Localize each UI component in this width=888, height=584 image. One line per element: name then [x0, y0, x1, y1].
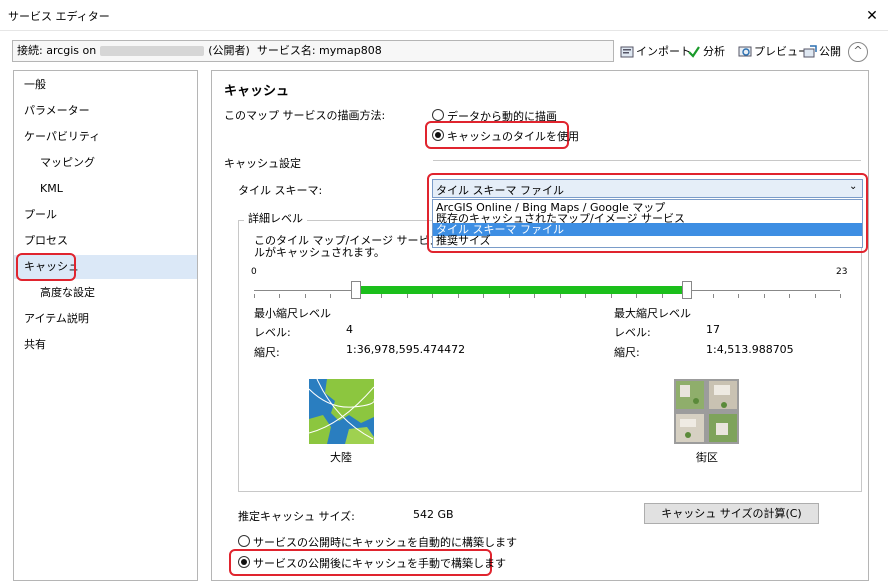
nav-highlight-frame	[16, 253, 76, 281]
build-manual-radio[interactable]	[238, 556, 250, 568]
title-separator	[0, 30, 888, 31]
calculate-cache-size-button[interactable]: キャッシュ サイズの計算(C)	[644, 503, 819, 524]
slider-range-fill	[355, 286, 688, 294]
slider-tick	[636, 294, 638, 298]
min-scale-heading: 最小縮尺レベル	[254, 307, 331, 320]
connection-publisher: (公開者)	[208, 44, 250, 57]
street-block-image	[674, 379, 739, 444]
slider-tick	[763, 294, 765, 298]
draw-dynamic-radio[interactable]	[432, 109, 444, 121]
close-button[interactable]: ✕	[862, 6, 882, 26]
preview-label: プレビュー	[754, 45, 809, 58]
slider-tick	[814, 294, 816, 298]
nav-item-process[interactable]: プロセス	[14, 229, 197, 253]
preview-icon	[738, 45, 752, 59]
build-manual-label: サービスの公開後にキャッシュを手動で構築します	[253, 557, 506, 570]
preview-button[interactable]: プレビュー	[738, 43, 809, 61]
slider-tick	[406, 294, 408, 298]
import-button[interactable]: インポート	[620, 43, 691, 61]
slider-tick	[432, 294, 434, 298]
continent-caption: 大陸	[330, 451, 352, 464]
cache-settings-label: キャッシュ設定	[224, 157, 301, 170]
slider-tick	[457, 294, 459, 298]
nav-item-capabilities[interactable]: ケーパビリティ	[14, 125, 197, 149]
slider-max-thumb[interactable]	[682, 281, 693, 299]
nav-item-sharing[interactable]: 共有	[14, 333, 197, 357]
analyze-label: 分析	[703, 45, 725, 58]
min-level-value: 4	[346, 323, 353, 336]
connection-prefix: 接続: arcgis on	[17, 44, 97, 57]
slider-tick	[712, 294, 714, 298]
slider-tick	[483, 294, 485, 298]
nav-item-general[interactable]: 一般	[14, 73, 197, 97]
section-heading: キャッシュ	[224, 84, 290, 99]
slider-tick	[381, 294, 383, 298]
estimated-size-label: 推定キャッシュ サイズ:	[238, 510, 355, 523]
title-bar	[0, 4, 888, 30]
dropdown-highlight-frame	[427, 173, 868, 253]
tile-scheme-label: タイル スキーマ:	[238, 184, 323, 197]
publish-label: 公開	[819, 45, 841, 58]
max-level-label: レベル:	[614, 326, 651, 339]
continent-map-image	[308, 378, 375, 444]
slider-tick	[508, 294, 510, 298]
build-auto-label: サービスの公開時にキャッシュを自動的に構築します	[253, 536, 517, 549]
publish-icon	[803, 45, 817, 59]
slider-min-label: 0	[251, 267, 257, 277]
max-level-value: 17	[706, 323, 720, 336]
min-level-label: レベル:	[254, 326, 291, 339]
collapse-button[interactable]: ^	[848, 42, 868, 62]
check-icon	[687, 45, 701, 59]
nav-item-pool[interactable]: プール	[14, 203, 197, 227]
import-label: インポート	[636, 45, 691, 58]
min-scale-label: 縮尺:	[254, 346, 280, 359]
nav-item-parameters[interactable]: パラメーター	[14, 99, 197, 123]
max-scale-value: 1:4,513.988705	[706, 343, 794, 356]
settings-divider	[433, 160, 861, 161]
build-auto-radio[interactable]	[238, 535, 250, 547]
nav-item-kml[interactable]: KML	[14, 177, 197, 201]
max-scale-heading: 最大縮尺レベル	[614, 307, 691, 320]
slider-tick	[304, 294, 306, 298]
max-scale-label: 縮尺:	[614, 346, 640, 359]
window-title: サービス エディター	[8, 10, 110, 23]
nav-item-mapping[interactable]: マッピング	[14, 151, 197, 175]
redacted-host	[100, 46, 205, 56]
slider-tick	[254, 294, 255, 298]
slider-tick	[534, 294, 536, 298]
analyze-button[interactable]: 分析	[687, 43, 725, 61]
detail-level-label: 詳細レベル	[244, 210, 307, 226]
slider-tick	[738, 294, 740, 298]
slider-tick	[789, 294, 791, 298]
publish-button[interactable]: 公開	[803, 43, 841, 61]
slider-tick	[559, 294, 561, 298]
navigation-panel: 一般 パラメーター ケーパビリティ マッピング KML プール プロセス キャッ…	[13, 70, 198, 581]
draw-method-label: このマップ サービスの描画方法:	[224, 109, 386, 122]
connection-field: 接続: arcgis on (公開者) サービス名: mymap808	[12, 40, 614, 62]
nav-item-item-description[interactable]: アイテム説明	[14, 307, 197, 331]
detail-description-line2: ルがキャッシュされます。	[254, 246, 385, 259]
slider-tick	[279, 294, 281, 298]
import-icon	[620, 45, 634, 59]
min-scale-value: 1:36,978,595.474472	[346, 343, 466, 356]
slider-tick	[610, 294, 612, 298]
draw-cached-tiles-label: キャッシュのタイルを使用	[447, 130, 579, 143]
slider-min-thumb[interactable]	[350, 281, 361, 299]
slider-tick	[330, 294, 332, 298]
slider-max-label: 23	[836, 267, 848, 277]
estimated-size-value: 542 GB	[413, 508, 454, 521]
service-name: サービス名: mymap808	[256, 44, 382, 57]
slider-tick	[585, 294, 587, 298]
street-block-caption: 街区	[696, 451, 718, 464]
slider-tick	[840, 294, 841, 298]
draw-cached-tiles-radio[interactable]	[432, 129, 444, 141]
slider-tick	[661, 294, 663, 298]
nav-item-advanced[interactable]: 高度な設定	[14, 281, 197, 305]
